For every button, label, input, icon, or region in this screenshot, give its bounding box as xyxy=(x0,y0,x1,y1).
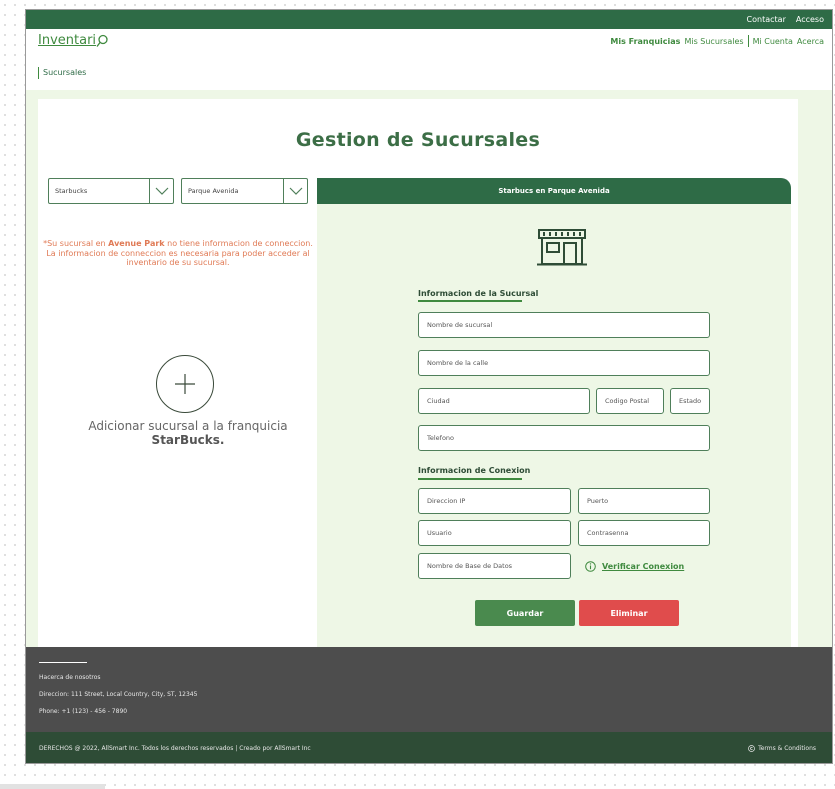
footer-bottom-bar: DERECHOS @ 2022, AllSmart Inc. Todos los… xyxy=(26,732,832,763)
ip-address-field[interactable]: Direccion IP xyxy=(418,488,571,514)
panel-title: Starbucs en Parque Avenida xyxy=(317,178,791,204)
verify-connection-link[interactable]: Verificar Conexion xyxy=(585,561,684,572)
copyright-icon xyxy=(748,745,755,752)
add-branch-text: Adicionar sucursal a la franquicia xyxy=(88,419,288,433)
info-icon xyxy=(585,561,596,572)
chevron-down-icon xyxy=(149,179,173,203)
terms-label: Terms & Conditions xyxy=(758,745,816,752)
branch-name-field[interactable]: Nombre de sucursal xyxy=(418,312,710,338)
chevron-down-icon xyxy=(283,179,307,203)
terms-link[interactable]: Terms & Conditions xyxy=(748,745,816,752)
main-card: Gestion de Sucursales Starbucks Parque A… xyxy=(38,99,798,647)
footer-rights: DERECHOS @ 2022, AllSmart Inc. Todos los… xyxy=(39,745,311,752)
username-field[interactable]: Usuario xyxy=(418,520,571,546)
page-title: Gestion de Sucursales xyxy=(295,129,541,151)
franchise-select[interactable]: Starbucks xyxy=(48,178,174,204)
plus-icon xyxy=(175,374,195,394)
connection-info-title: Informacion de Conexion xyxy=(418,466,531,475)
connection-info-underline xyxy=(418,478,522,480)
logo-text: Inventari xyxy=(38,33,97,48)
state-field[interactable]: Estado xyxy=(670,388,710,414)
nav-my-branches[interactable]: Mis Sucursales xyxy=(684,37,743,46)
footer-phone: Phone: +1 (123) - 456 - 7890 xyxy=(39,708,128,715)
street-field[interactable]: Nombre de la calle xyxy=(418,350,710,376)
nav-divider xyxy=(747,35,749,47)
main-nav: Mis Franquicias Mis Sucursales Mi Cuenta… xyxy=(610,35,824,47)
warning-highlight: Avenue Park xyxy=(108,239,165,248)
footer: Hacerca de nosotros Direccion: 111 Stree… xyxy=(26,647,832,763)
verify-connection-label: Verificar Conexion xyxy=(602,562,685,571)
city-field[interactable]: Ciudad xyxy=(418,388,590,414)
phone-field[interactable]: Telefono xyxy=(418,425,710,451)
app-window: Contactar Acceso Inventari Mis Franquici… xyxy=(25,9,833,764)
franchise-select-value: Starbucks xyxy=(55,187,88,195)
access-link[interactable]: Acceso xyxy=(796,15,824,24)
footer-address: Direccion: 111 Street, Local Country, Ci… xyxy=(39,691,198,698)
branch-select-value: Parque Avenida xyxy=(188,187,239,195)
postal-code-field[interactable]: Codigo Postal xyxy=(596,388,664,414)
magnifier-icon xyxy=(96,34,108,47)
nav-my-account[interactable]: Mi Cuenta xyxy=(753,37,793,46)
nav-about[interactable]: Acerca xyxy=(797,37,824,46)
database-name-field[interactable]: Nombre de Base de Datos xyxy=(418,553,571,579)
add-branch-franchise: StarBucks. xyxy=(151,433,225,447)
warning-prefix: *Su sucursal en xyxy=(43,239,109,248)
branch-info-underline xyxy=(418,300,522,302)
horizontal-scrollbar[interactable] xyxy=(0,784,105,789)
add-branch-label: Adicionar sucursal a la franquicia StarB… xyxy=(58,419,318,447)
footer-divider xyxy=(39,662,87,663)
port-field[interactable]: Puerto xyxy=(578,488,710,514)
branch-info-title: Informacion de la Sucursal xyxy=(418,289,539,298)
save-button[interactable]: Guardar xyxy=(475,600,575,626)
breadcrumb[interactable]: Sucursales xyxy=(38,67,86,79)
password-field[interactable]: Contrasenna xyxy=(578,520,710,546)
branch-select[interactable]: Parque Avenida xyxy=(181,178,308,204)
add-branch-button[interactable] xyxy=(156,355,214,413)
connection-warning: *Su sucursal en Avenue Park no tiene inf… xyxy=(38,239,318,268)
header: Inventari Mis Franquicias Mis Sucursales… xyxy=(26,29,832,64)
logo[interactable]: Inventari xyxy=(38,33,108,48)
branch-form-panel: Informacion de la Sucursal Nombre de suc… xyxy=(317,204,791,647)
footer-about[interactable]: Hacerca de nosotros xyxy=(39,674,101,681)
store-icon xyxy=(537,229,587,266)
contact-link[interactable]: Contactar xyxy=(747,15,786,24)
top-bar: Contactar Acceso xyxy=(26,10,832,29)
delete-button[interactable]: Eliminar xyxy=(579,600,679,626)
nav-my-franchises[interactable]: Mis Franquicias xyxy=(610,37,680,46)
